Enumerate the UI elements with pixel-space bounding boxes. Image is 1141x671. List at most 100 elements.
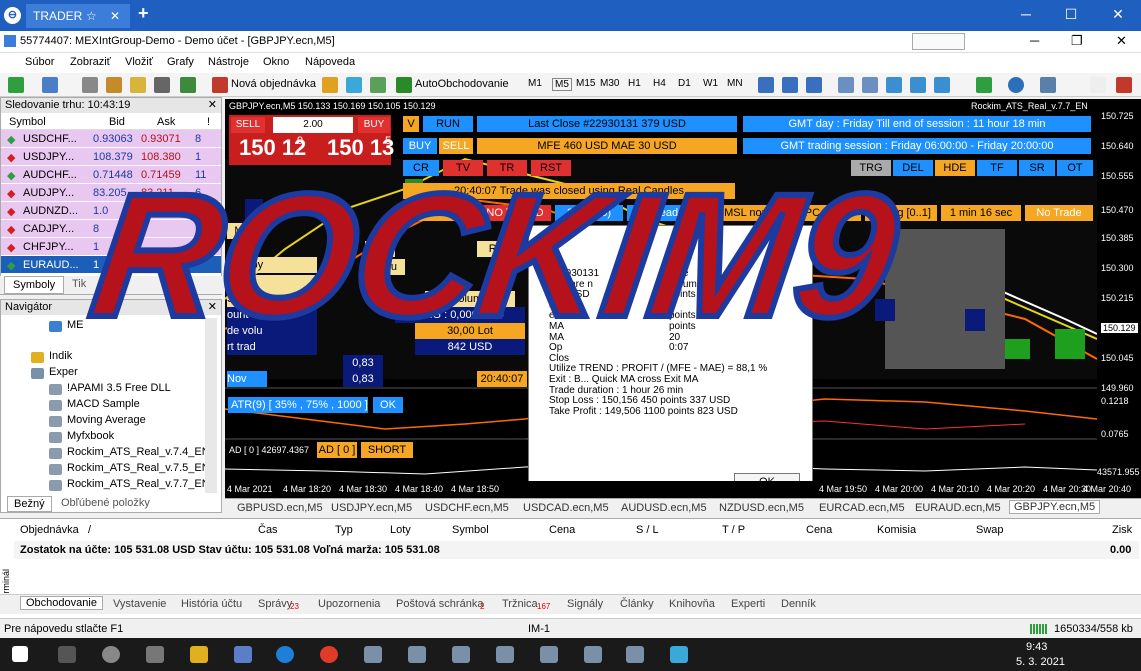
tab-library[interactable]: Knihovňa xyxy=(669,598,715,610)
mt4-icon[interactable] xyxy=(540,646,558,663)
col-sl[interactable]: S / L xyxy=(636,524,659,536)
tf-m1[interactable]: M1 xyxy=(528,78,542,89)
task-view-icon[interactable] xyxy=(58,646,76,663)
autotrading-button[interactable]: AutoObchodovanie xyxy=(415,78,509,90)
nav-expert[interactable]: Rockim_ATS_Real_v.7.7_EN xyxy=(67,478,210,490)
save-icon[interactable] xyxy=(234,646,252,663)
metaeditor-icon[interactable] xyxy=(322,77,338,93)
nav-item[interactable]: Indik xyxy=(49,350,72,362)
tile-icon[interactable] xyxy=(886,77,902,93)
nav-item[interactable]: ME xyxy=(67,319,84,331)
menu-insert[interactable]: Vložiť xyxy=(125,56,153,68)
tab-ticks[interactable]: Tik xyxy=(72,278,86,290)
chart-tab[interactable]: AUDUSD.ecn,M5 xyxy=(621,502,707,514)
periods-icon[interactable] xyxy=(1008,77,1024,93)
run-button[interactable]: RUN xyxy=(423,116,473,132)
chart-tab-active[interactable]: GBPJPY.ecn,M5 xyxy=(1009,500,1101,514)
chart-tab[interactable]: USDJPY.ecn,M5 xyxy=(331,502,412,514)
chrome-icon[interactable] xyxy=(320,646,338,663)
hde-button[interactable]: HDE xyxy=(935,160,975,176)
tab-experts[interactable]: Experti xyxy=(731,598,765,610)
col-spread[interactable]: ! xyxy=(207,116,210,128)
new-order-button[interactable]: Nová objednávka xyxy=(231,78,316,90)
sr-button[interactable]: SR xyxy=(1019,160,1055,176)
col-symbol[interactable]: Symbol xyxy=(9,116,46,128)
new-tab-button[interactable]: + xyxy=(138,3,149,24)
chart-tab[interactable]: EURAUD.ecn,M5 xyxy=(915,502,1001,514)
terminal-icon[interactable] xyxy=(154,77,170,93)
tf-m5[interactable]: M5 xyxy=(552,78,572,91)
explorer-icon[interactable] xyxy=(190,646,208,663)
col-ask[interactable]: Ask xyxy=(157,116,175,128)
signals-icon[interactable] xyxy=(370,77,386,93)
tab-exposure[interactable]: Vystavenie xyxy=(113,598,166,610)
tf-mn[interactable]: MN xyxy=(727,78,743,89)
mdi-minimize-button[interactable]: ─ xyxy=(1030,33,1039,48)
alert-icon[interactable] xyxy=(1116,77,1132,93)
crosshair-icon[interactable] xyxy=(106,77,122,93)
mdi-restore-button[interactable]: ❐ xyxy=(1071,33,1083,49)
menu-file[interactable]: Súbor xyxy=(25,56,54,68)
col-price2[interactable]: Cena xyxy=(806,524,832,536)
sell2-button[interactable]: SELL xyxy=(439,138,473,154)
tf-w1[interactable]: W1 xyxy=(703,78,718,89)
app-icon[interactable] xyxy=(146,646,164,663)
grip-control[interactable] xyxy=(912,33,965,50)
col-tp[interactable]: T / P xyxy=(722,524,745,536)
chart-shift-icon[interactable] xyxy=(934,77,950,93)
profiles-icon[interactable] xyxy=(42,77,58,93)
autoscroll-icon[interactable] xyxy=(910,77,926,93)
maximize-button[interactable]: ☐ xyxy=(1061,6,1081,23)
line-chart-icon[interactable] xyxy=(806,77,822,93)
tab-symbols[interactable]: Symboly xyxy=(4,276,65,294)
tester-icon[interactable] xyxy=(180,77,196,93)
mt4-icon[interactable] xyxy=(584,646,602,663)
tab-common[interactable]: Bežný xyxy=(7,496,52,512)
edge-icon[interactable] xyxy=(276,646,294,663)
chart-tab[interactable]: NZDUSD.ecn,M5 xyxy=(719,502,804,514)
nav-expert[interactable]: Rockim_ATS_Real_v.7.4_EN xyxy=(67,446,210,458)
tab-news[interactable]: Správy xyxy=(258,598,292,610)
zoom-out-icon[interactable] xyxy=(862,77,878,93)
market-watch-row[interactable]: ◆ USDCHF... 0.93063 0.93071 8 xyxy=(1,130,221,148)
tab-trade[interactable]: Obchodovanie xyxy=(20,596,103,610)
menu-tools[interactable]: Nástroje xyxy=(208,56,249,68)
nav-expert[interactable]: Myfxbook xyxy=(67,430,114,442)
mdi-close-button[interactable]: ✕ xyxy=(1116,33,1127,49)
col-commission[interactable]: Komisia xyxy=(877,524,916,536)
zoom-in-icon[interactable] xyxy=(838,77,854,93)
indicators-icon[interactable] xyxy=(976,77,992,93)
tab-signals[interactable]: Signály xyxy=(567,598,603,610)
buy-button[interactable]: BUY xyxy=(358,117,390,133)
settings-icon[interactable] xyxy=(102,646,120,663)
navigator-icon[interactable] xyxy=(130,77,146,93)
tf-button[interactable]: TF xyxy=(977,160,1017,176)
tf-m30[interactable]: M30 xyxy=(600,78,619,89)
tf-m15[interactable]: M15 xyxy=(576,78,595,89)
mt4-icon[interactable] xyxy=(408,646,426,663)
buy2-button[interactable]: BUY xyxy=(403,138,437,154)
tf-h4[interactable]: H4 xyxy=(653,78,666,89)
tab-history[interactable]: História účtu xyxy=(181,598,242,610)
bar-chart-icon[interactable] xyxy=(758,77,774,93)
tab-alerts[interactable]: Upozornenia xyxy=(318,598,380,610)
col-profit[interactable]: Zisk xyxy=(1112,524,1132,536)
tab-trader[interactable]: TRADER ☆ ✕ xyxy=(26,4,130,28)
mt4-icon[interactable] xyxy=(452,646,470,663)
menu-help[interactable]: Nápoveda xyxy=(305,56,355,68)
chart-tab[interactable]: EURCAD.ecn,M5 xyxy=(819,502,905,514)
tab-market[interactable]: Tržnica xyxy=(502,598,538,610)
nav-expert[interactable]: MACD Sample xyxy=(67,398,140,410)
tab-articles[interactable]: Články xyxy=(620,598,654,610)
nav-item[interactable]: Exper xyxy=(49,366,78,378)
star-icon[interactable]: ☆ xyxy=(86,4,97,28)
menu-charts[interactable]: Grafy xyxy=(167,56,194,68)
chart-tab[interactable]: GBPUSD.ecn,M5 xyxy=(237,502,323,514)
nav-expert[interactable]: Moving Average xyxy=(67,414,146,426)
col-sort[interactable]: / xyxy=(88,524,91,536)
templates-icon[interactable] xyxy=(1040,77,1056,93)
new-chart-icon[interactable] xyxy=(8,77,24,93)
col-symbol[interactable]: Symbol xyxy=(452,524,489,536)
market-watch-icon[interactable] xyxy=(82,77,98,93)
col-swap[interactable]: Swap xyxy=(976,524,1004,536)
